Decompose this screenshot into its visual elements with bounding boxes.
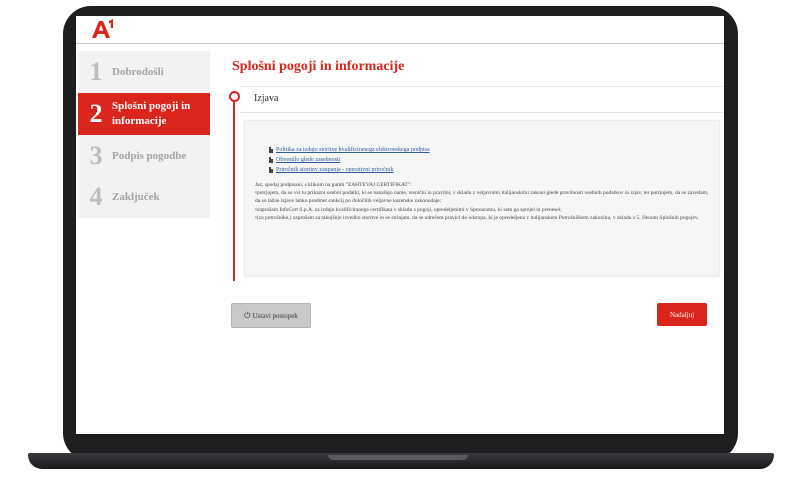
link-manual[interactable]: Priročnik storitev zaupanja - operativni…	[276, 167, 393, 173]
document-links: Politika za izdajo storitve kvalificiran…	[269, 145, 430, 175]
step-number: 3	[89, 141, 103, 170]
declaration-text: Jaz, spodaj podpisani, s klikom na gumb …	[255, 181, 711, 222]
step-label: Podpis pogodbe	[112, 149, 187, 162]
step-3[interactable]: 3 Podpis pogodbe	[78, 135, 210, 177]
link-item[interactable]: Obvestilo glede zasebnosti	[269, 155, 430, 165]
declaration-panel: Politika za izdajo storitve kvalificiran…	[244, 120, 720, 276]
step-1[interactable]: 1 Dobrodošli	[78, 51, 210, 93]
step-label: Dobrodošli	[112, 65, 164, 78]
document-icon	[269, 167, 273, 173]
step-number: 1	[89, 57, 103, 86]
a1-logo	[92, 19, 113, 38]
step-number: 4	[89, 182, 103, 211]
step-number: 2	[89, 99, 103, 128]
declaration-point-2: •zaprošam InfoCert S.p.A. za izdajo kval…	[255, 206, 562, 213]
top-bar	[76, 16, 724, 44]
continue-button[interactable]: Nadaljuj	[657, 303, 707, 326]
declaration-intro: Jaz, spodaj podpisani, s klikom na gumb …	[255, 182, 412, 188]
document-icon	[269, 157, 273, 163]
step-4[interactable]: 4 Zaključek	[78, 176, 210, 218]
document-icon	[269, 147, 273, 153]
step-label: Splošni pogoji in informacije	[112, 100, 191, 127]
continue-label: Nadaljuj	[669, 310, 695, 319]
declaration-point-3: •(za potrošnike,) zaprošam za takojšnjo …	[255, 214, 699, 221]
stop-process-button[interactable]: ⏻ Ustavi postopek	[231, 303, 311, 328]
laptop-notch	[328, 455, 468, 460]
timeline-dot	[229, 91, 240, 102]
step-navigation: 1 Dobrodošli 2 Splošni pogoji in informa…	[78, 51, 210, 218]
stop-label: Ustavi postopek	[252, 311, 298, 320]
link-item[interactable]: Politika za izdajo storitve kvalificiran…	[269, 145, 430, 155]
step-label: Zaključek	[112, 190, 160, 203]
screen: 1 Dobrodošli 2 Splošni pogoji in informa…	[76, 16, 724, 434]
step-2[interactable]: 2 Splošni pogoji in informacije	[78, 93, 210, 135]
link-item[interactable]: Priročnik storitev zaupanja - operativni…	[269, 165, 430, 175]
link-policy[interactable]: Politika za izdajo storitve kvalificiran…	[276, 147, 430, 153]
section-title: Izjava	[254, 93, 279, 104]
timeline-line	[233, 95, 235, 281]
declaration-point-1: •potrjujem, da so vsi tu prikazni osebni…	[255, 190, 709, 205]
page-title: Splošni pogoji in informacije	[232, 59, 405, 74]
link-privacy[interactable]: Obvestilo glede zasebnosti	[276, 157, 340, 163]
section-header[interactable]: Izjava	[239, 86, 724, 113]
power-icon: ⏻	[244, 310, 251, 320]
